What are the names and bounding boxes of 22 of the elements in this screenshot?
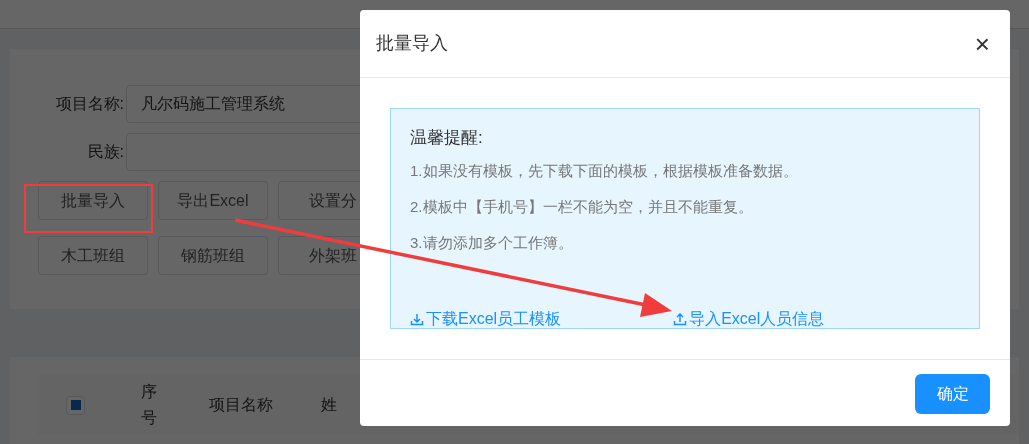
notice-heading: 温馨提醒: (410, 127, 484, 149)
download-link[interactable]: 下载Excel员工模板 (410, 306, 562, 331)
group-button[interactable]: 钢筋班组 (158, 236, 268, 275)
upload-link[interactable]: 导入Excel人员信息 (673, 306, 825, 331)
download-icon (410, 311, 424, 326)
column-header: 项目名称 (209, 395, 273, 415)
toolbar-button[interactable]: 导出Excel (158, 181, 268, 220)
field-label: 民族: (86, 142, 124, 162)
notice-text: 1.如果没有模板，先下载下面的模板，根据模板准备数据。 (410, 160, 799, 181)
toolbar-button[interactable]: 批量导入 (38, 181, 148, 220)
upload-icon (673, 311, 688, 326)
field-label: 项目名称: (54, 94, 124, 114)
close-button[interactable]: × (970, 30, 994, 57)
notice-text: 2.模板中【手机号】一栏不能为空，并且不能重复。 (410, 196, 754, 217)
column-header: 姓 (321, 395, 337, 415)
confirm-button[interactable]: 确定 (915, 374, 990, 414)
select-value: 凡尔码施工管理系统 (141, 94, 285, 114)
notice-text: 3.请勿添加多个工作簿。 (410, 232, 574, 253)
dialog-title: 批量导入 (376, 32, 448, 55)
select-all-checkbox[interactable] (66, 395, 85, 415)
group-button[interactable]: 木工班组 (38, 236, 148, 275)
column-header: 序号 (141, 382, 157, 428)
